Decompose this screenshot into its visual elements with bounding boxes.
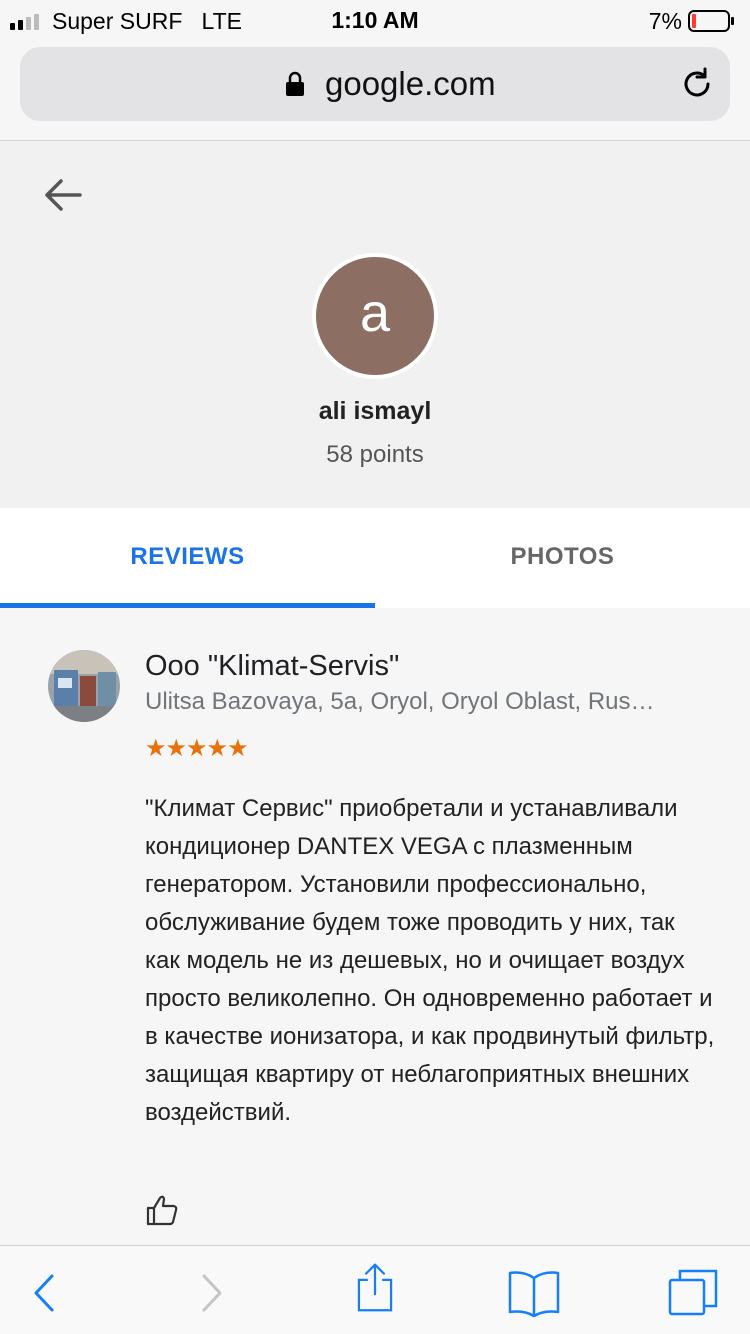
user-name: ali ismayl [318,397,432,425]
share-icon[interactable] [347,1262,403,1312]
battery-percent: 7% [648,8,682,34]
user-points: 58 points [326,441,424,468]
address-bar[interactable]: google.com [20,47,730,121]
back-icon[interactable] [22,1268,78,1318]
lock-icon [286,71,304,96]
status-bar: Super SURF LTE 1:10 AM 7% [0,0,750,40]
tab-bar: REVIEWS PHOTOS [0,508,750,608]
reload-icon[interactable] [680,67,714,101]
profile-header: a ali ismayl 58 points [0,141,750,508]
place-photo[interactable] [48,650,120,722]
review-text: "Климат Сервис" приобретали и устанавлив… [145,795,715,1126]
thumbs-up-icon[interactable] [145,1193,179,1227]
tab-photos[interactable]: PHOTOS [375,508,750,608]
star-rating: ★★★★★ [145,735,249,762]
place-address: Ulitsa Bazovaya, 5a, Oryol, Oryol Oblast… [145,688,655,715]
review-card: Ooo "Klimat-Servis" Ulitsa Bazovaya, 5a,… [0,608,750,1245]
avatar: a [312,253,438,379]
battery-icon [688,10,734,32]
browser-toolbar [0,1245,750,1334]
url-domain: google.com [325,65,496,102]
place-name[interactable]: Ooo "Klimat-Servis" [145,650,399,683]
bookmarks-icon[interactable] [506,1268,562,1318]
clock: 1:10 AM [331,7,419,33]
tab-reviews[interactable]: REVIEWS [0,508,375,608]
forward-icon[interactable] [184,1268,240,1318]
tabs-icon[interactable] [666,1268,722,1318]
back-arrow-icon[interactable] [44,177,82,213]
